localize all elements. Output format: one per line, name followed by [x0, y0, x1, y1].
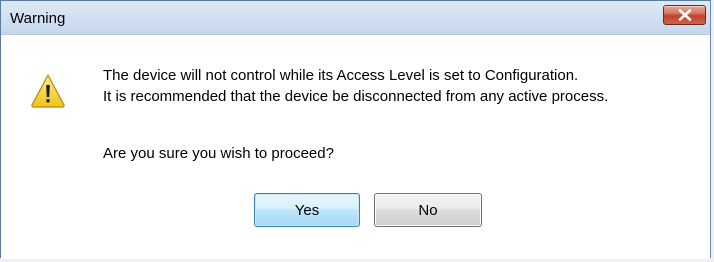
- message-line-2: It is recommended that the device be dis…: [103, 88, 609, 105]
- no-button[interactable]: No: [374, 193, 482, 227]
- title-bar[interactable]: Warning: [1, 1, 710, 35]
- warning-icon: [30, 73, 66, 109]
- yes-button[interactable]: Yes: [254, 193, 360, 227]
- warning-dialog: Warning The device will not control whil…: [0, 0, 711, 259]
- close-icon: [678, 9, 692, 21]
- confirmation-question: Are you sure you wish to proceed?: [103, 145, 334, 162]
- window-title: Warning: [10, 10, 66, 27]
- close-button[interactable]: [663, 5, 706, 25]
- message-line-1: The device will not control while its Ac…: [103, 67, 579, 84]
- dialog-body: The device will not control while its Ac…: [1, 35, 710, 259]
